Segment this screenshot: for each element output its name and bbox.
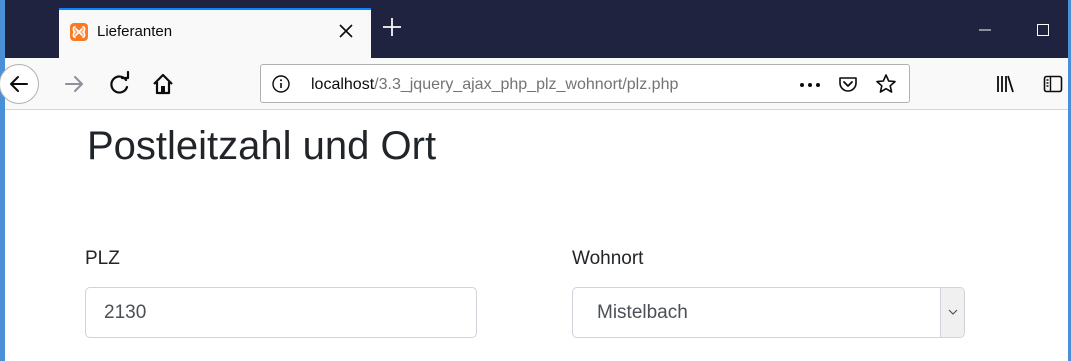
wohnort-label: Wohnort	[572, 248, 644, 269]
page-content: Postleitzahl und Ort PLZ 2130 Wohnort Mi…	[5, 110, 1068, 361]
sidebar-icon[interactable]	[1041, 72, 1065, 96]
forward-arrow-icon[interactable]	[57, 67, 91, 101]
reload-icon[interactable]	[103, 67, 137, 101]
browser-tab[interactable]: Lieferanten	[59, 8, 371, 58]
wohnort-select[interactable]: Mistelbach	[572, 287, 965, 338]
page-actions-icon[interactable]	[798, 75, 822, 95]
url-bar[interactable]: localhost/3.3_jquery_ajax_php_plz_wohnor…	[260, 64, 910, 103]
xampp-icon	[70, 23, 88, 41]
url-path: /3.3_jquery_ajax_php_plz_wohnort/plz.php	[374, 76, 679, 93]
url-text[interactable]: localhost/3.3_jquery_ajax_php_plz_wohnor…	[311, 75, 678, 94]
maximize-icon[interactable]	[1035, 22, 1051, 38]
library-icon[interactable]	[993, 72, 1017, 96]
plz-input[interactable]: 2130	[85, 287, 477, 338]
bookmark-star-icon[interactable]	[875, 73, 897, 95]
url-host: localhost	[311, 76, 375, 93]
dropdown-arrow-icon[interactable]	[940, 288, 964, 337]
page-title: Postleitzahl und Ort	[87, 124, 437, 168]
navigation-toolbar: localhost/3.3_jquery_ajax_php_plz_wohnor…	[0, 58, 1068, 110]
close-tab-icon[interactable]	[336, 21, 356, 41]
pocket-icon[interactable]	[837, 73, 859, 95]
title-bar: Lieferanten	[5, 0, 1068, 58]
plz-label: PLZ	[85, 248, 120, 269]
tab-title: Lieferanten	[97, 23, 173, 40]
minimize-icon[interactable]	[977, 22, 993, 38]
back-arrow-icon[interactable]	[0, 64, 39, 104]
home-icon[interactable]	[146, 67, 180, 101]
wohnort-selected-value: Mistelbach	[597, 302, 688, 323]
site-info-icon[interactable]	[271, 74, 291, 94]
new-tab-icon[interactable]	[379, 14, 405, 40]
